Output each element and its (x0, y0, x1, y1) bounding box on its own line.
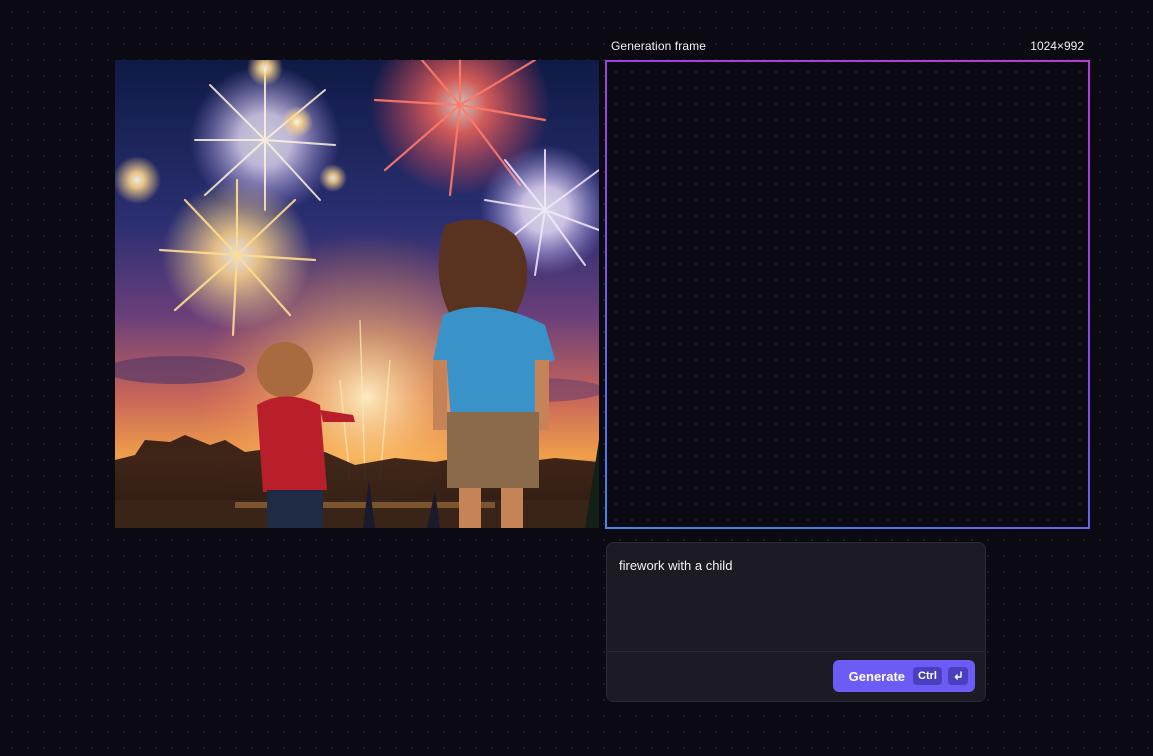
shortcut-ctrl-key: Ctrl (913, 667, 942, 685)
generate-label: Generate (848, 668, 906, 684)
prompt-input[interactable] (607, 543, 985, 651)
fireworks-children-image (115, 60, 599, 528)
generate-button[interactable]: Generate Ctrl (832, 660, 975, 692)
enter-icon (948, 667, 968, 685)
generation-frame-area[interactable] (607, 62, 1088, 527)
prompt-panel: Generate Ctrl (606, 542, 986, 702)
generation-frame-size: 1024×992 (1030, 39, 1084, 53)
source-image[interactable] (115, 60, 599, 528)
generation-frame[interactable] (605, 60, 1090, 529)
canvas-workspace: Generation frame 1024×992 Generate Ctrl (0, 0, 1153, 756)
prompt-divider (607, 651, 985, 652)
generation-frame-label: Generation frame (611, 39, 706, 53)
